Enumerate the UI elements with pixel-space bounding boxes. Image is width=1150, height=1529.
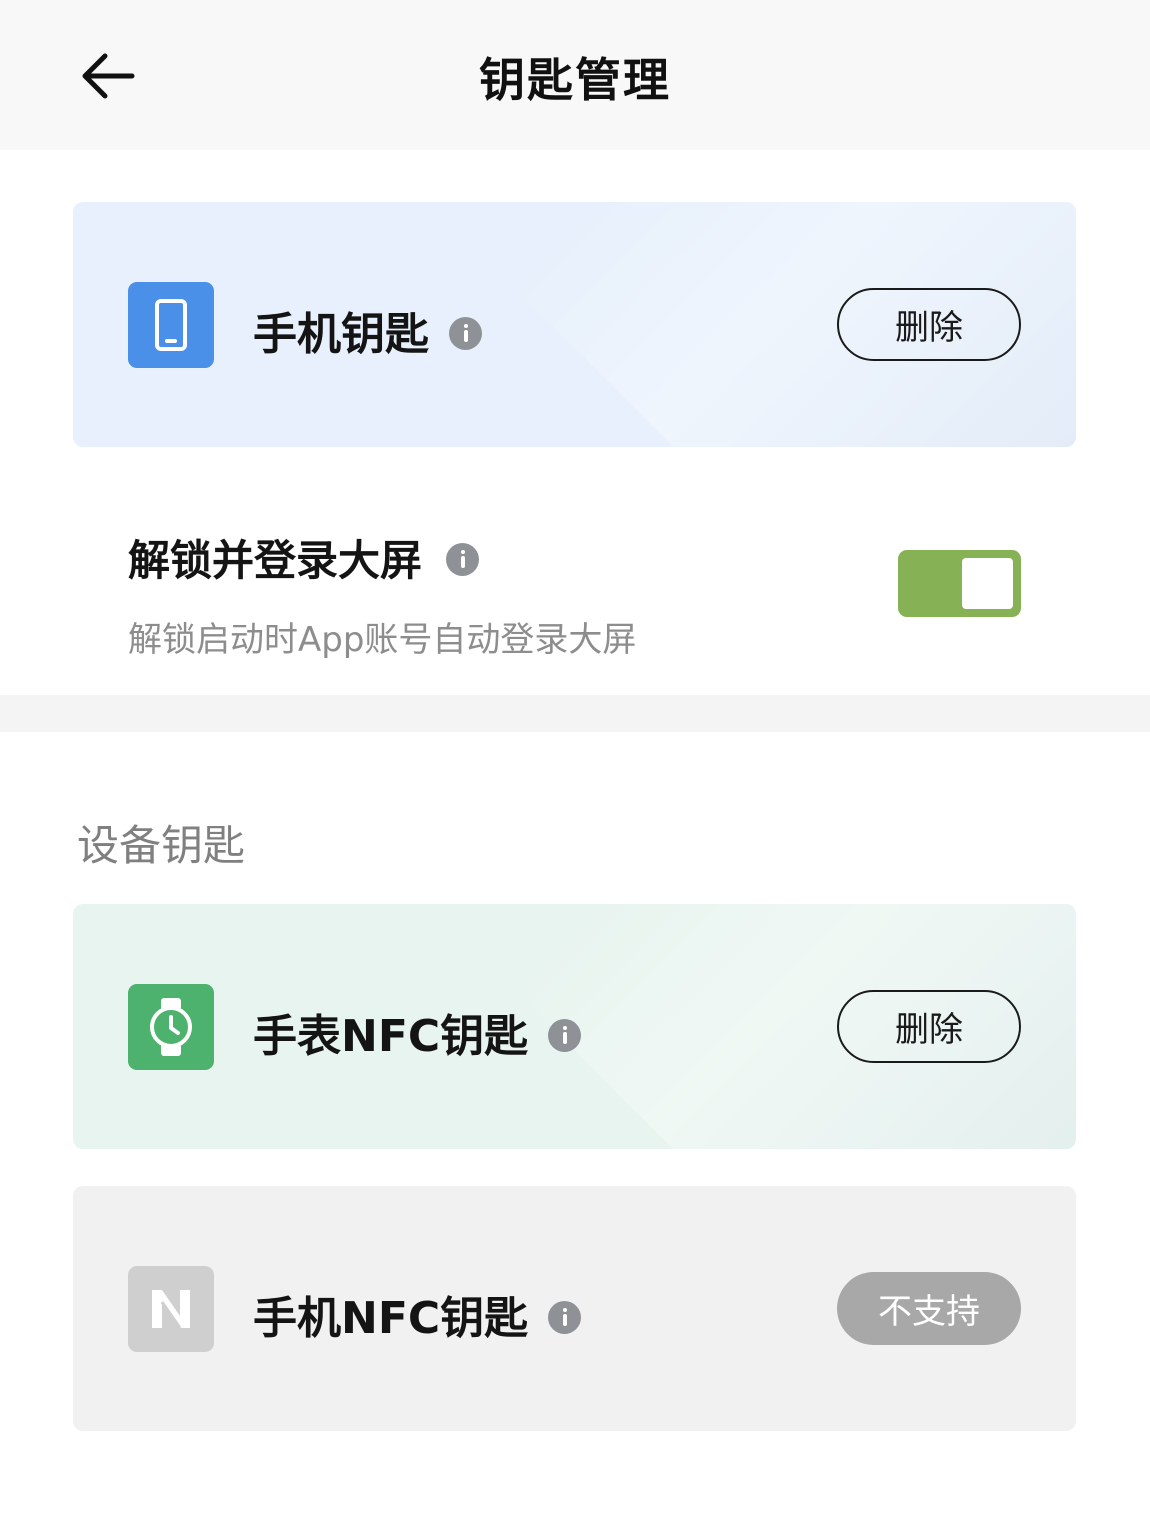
top-bar: 钥匙管理 (0, 0, 1150, 150)
device-keys-section-title: 设备钥匙 (77, 821, 246, 870)
phone-key-label: 手机钥匙 (253, 298, 482, 362)
unlock-login-description: 解锁启动时App账号自动登录大屏 (128, 620, 637, 660)
info-icon[interactable] (449, 316, 482, 350)
info-icon[interactable] (446, 543, 480, 576)
section-divider (0, 695, 1150, 732)
unlock-login-toggle[interactable] (898, 550, 1021, 617)
phone-nfc-key-card: 手机NFC钥匙 不支持 (73, 1186, 1076, 1431)
toggle-knob (962, 558, 1013, 609)
key-management-page: 钥匙管理 手机钥匙 删除 解锁并登录大屏 解锁启动时App账号自动登录大屏 设备… (0, 0, 1150, 1529)
watch-nfc-key-title: 手表NFC钥匙 (253, 1011, 529, 1062)
phone-nfc-key-label: 手机NFC钥匙 (253, 1282, 582, 1346)
unlock-login-setting-title: 解锁并登录大屏 (128, 527, 480, 588)
smartphone-icon (128, 282, 214, 368)
watch-nfc-key-card: 手表NFC钥匙 删除 (73, 904, 1076, 1149)
watch-nfc-key-label: 手表NFC钥匙 (253, 1000, 582, 1064)
unlock-login-label: 解锁并登录大屏 (128, 536, 423, 585)
phone-key-title: 手机钥匙 (253, 309, 429, 360)
nfc-icon (128, 1266, 214, 1352)
phone-nfc-key-title: 手机NFC钥匙 (253, 1293, 529, 1344)
page-title: 钥匙管理 (479, 53, 671, 107)
unsupported-badge: 不支持 (837, 1272, 1021, 1345)
delete-phone-key-button[interactable]: 删除 (837, 288, 1021, 361)
smartwatch-icon (128, 984, 214, 1070)
info-icon[interactable] (548, 1018, 582, 1052)
phone-key-card: 手机钥匙 删除 (73, 202, 1076, 447)
info-icon[interactable] (548, 1300, 582, 1334)
delete-watch-nfc-key-button[interactable]: 删除 (837, 990, 1021, 1063)
